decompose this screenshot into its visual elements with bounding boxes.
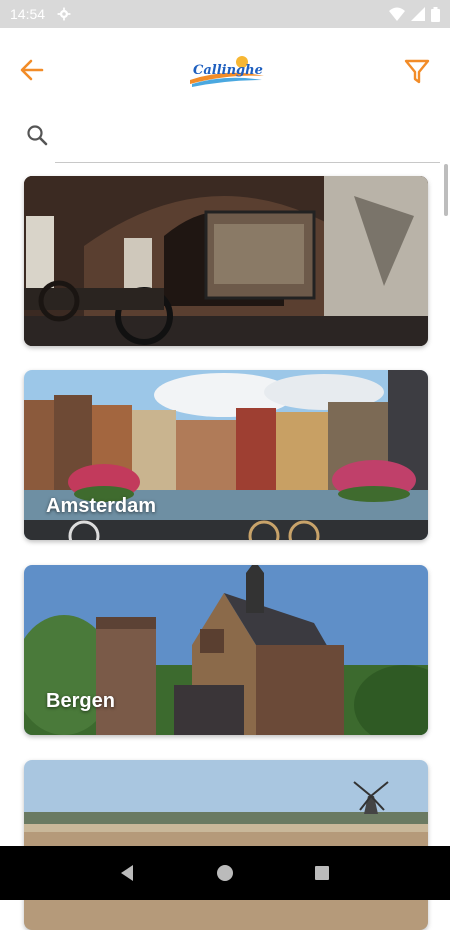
list-item[interactable]: Bergen: [24, 565, 428, 735]
app-bar: Callinghe: [0, 28, 450, 112]
status-bar: 14:54: [0, 0, 450, 28]
search-underline: [55, 162, 440, 163]
museum-vault-image: [24, 176, 428, 346]
status-icons: [389, 7, 440, 22]
system-navigation-bar: [0, 846, 450, 900]
search-bar: [0, 112, 450, 168]
back-arrow-icon[interactable]: [18, 56, 46, 84]
card-label: Amsterdam: [46, 495, 156, 518]
filter-icon[interactable]: [404, 58, 430, 86]
card-label: Bergen: [46, 690, 115, 713]
logo-text: Callinghe: [193, 63, 263, 78]
battery-icon: [431, 7, 440, 22]
home-circle-icon[interactable]: [215, 863, 235, 883]
scrollbar[interactable]: [444, 164, 448, 216]
windmill-landscape-image: [24, 760, 428, 930]
callinghe-logo[interactable]: Callinghe: [186, 54, 268, 88]
list-item[interactable]: [24, 176, 428, 346]
signal-icon: [411, 7, 425, 21]
search-icon[interactable]: [26, 124, 48, 146]
status-time: 14:54: [10, 6, 45, 22]
wifi-icon: [389, 7, 405, 21]
search-input[interactable]: [60, 118, 430, 154]
recents-square-icon[interactable]: [312, 863, 332, 883]
back-triangle-icon[interactable]: [118, 863, 138, 883]
list-item[interactable]: Amsterdam: [24, 370, 428, 540]
list-item[interactable]: [24, 760, 428, 930]
gear-icon: [57, 7, 71, 21]
